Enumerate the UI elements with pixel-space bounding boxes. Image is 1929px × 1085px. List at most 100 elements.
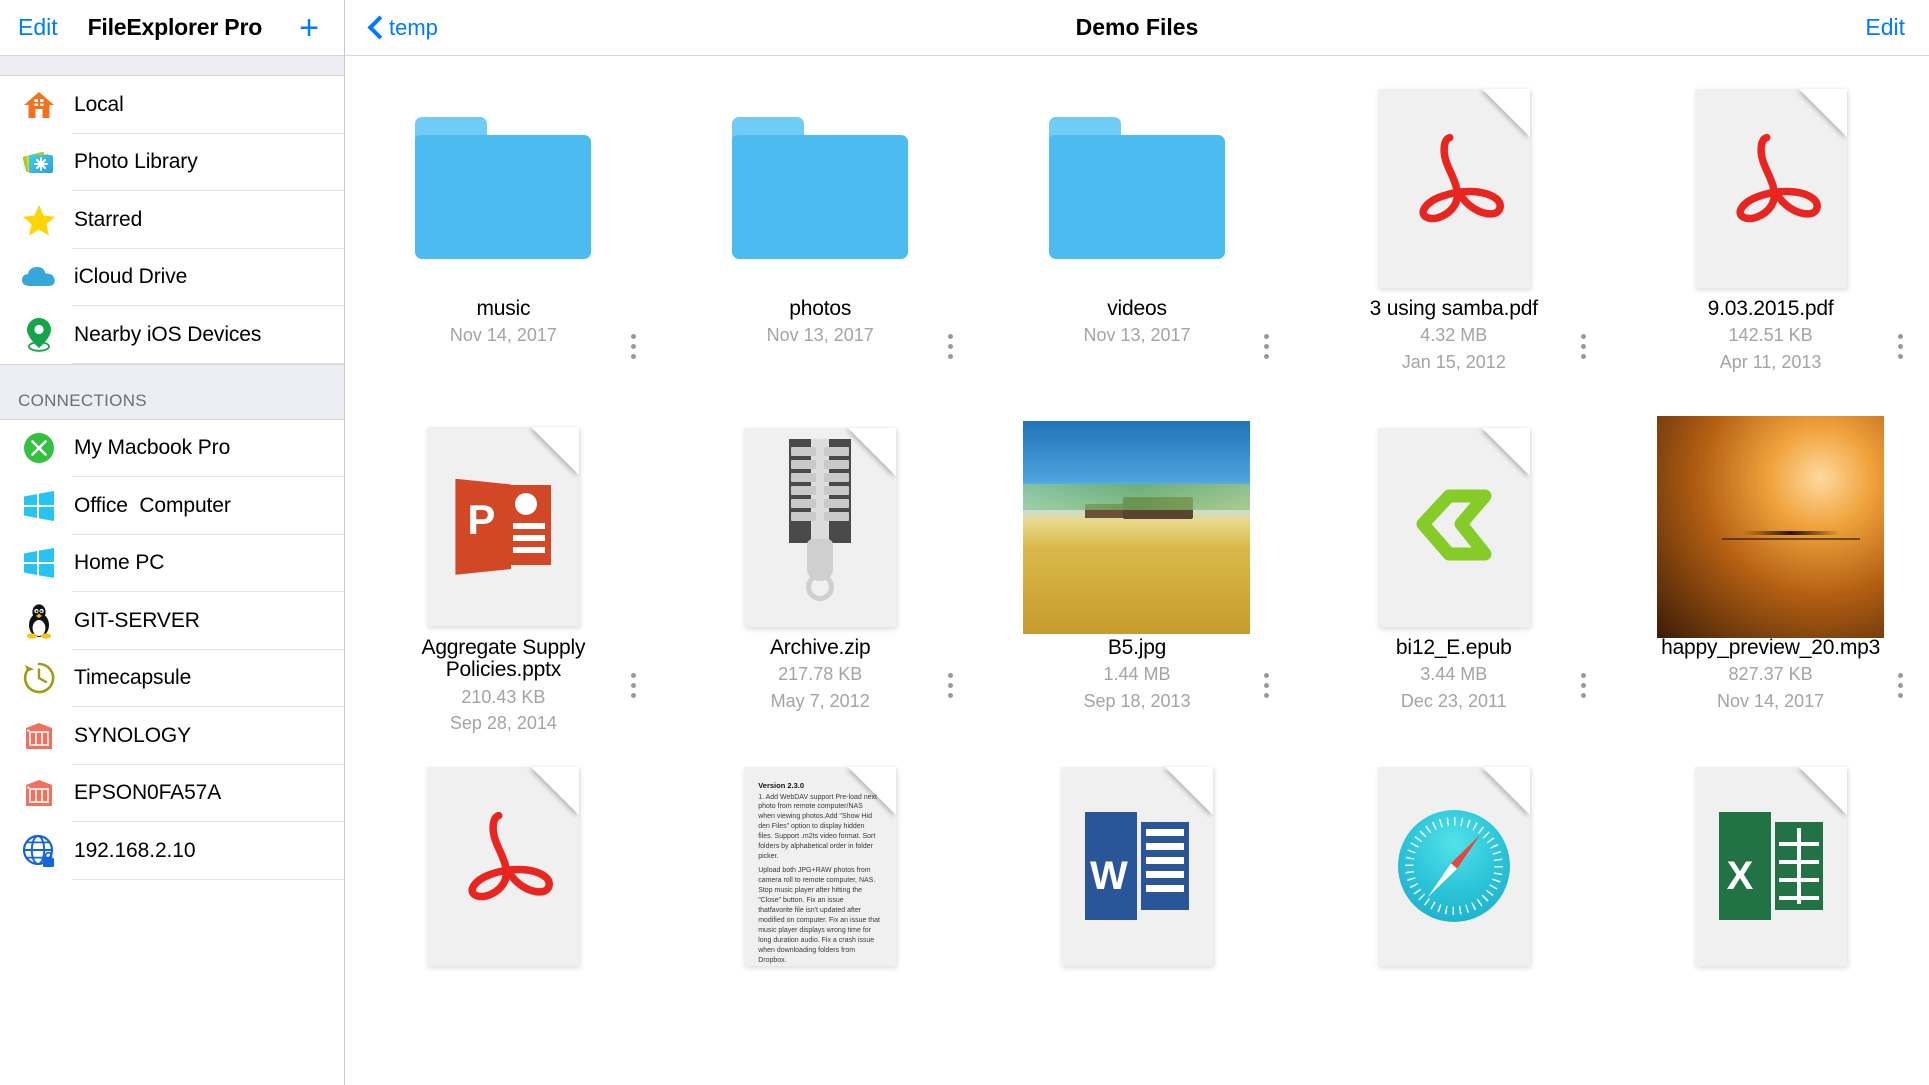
sidebar-section-label: CONNECTIONS <box>18 390 147 410</box>
nas-icon <box>18 772 60 814</box>
sidebar-item-starred[interactable]: Starred <box>0 191 344 249</box>
sidebar-item-label: My Macbook Pro <box>74 436 231 460</box>
file-date: Dec 23, 2011 <box>1400 690 1507 711</box>
file-date: Sep 18, 2013 <box>1083 690 1191 711</box>
file-item[interactable]: Version 2.3.0 1. Add WebDAV support Pre-… <box>662 734 979 1073</box>
file-item[interactable]: B5.jpg 1.44 MB Sep 18, 2013 <box>979 395 1296 734</box>
sidebar-item-label: iCloud Drive <box>74 265 188 289</box>
file-item[interactable]: videos Nov 13, 2017 <box>979 56 1296 395</box>
text-file-preview: Version 2.3.0 1. Add WebDAV support Pre-… <box>744 767 896 966</box>
file-item[interactable]: music Nov 14, 2017 <box>345 56 662 395</box>
thumbnail: P <box>345 417 662 637</box>
file-item[interactable]: happy_preview_20.mp3 827.37 KB Nov 14, 2… <box>1612 395 1929 734</box>
sidebar-item-label: Office Computer <box>74 493 231 517</box>
sidebar-item-office-computer[interactable]: Office Computer <box>0 477 344 535</box>
more-options-icon[interactable] <box>1897 334 1903 359</box>
file-name: videos <box>1107 297 1167 320</box>
file-item[interactable] <box>1295 734 1612 1073</box>
sidebar-item-timecapsule[interactable]: Timecapsule <box>0 649 344 707</box>
sidebar-item-icloud-drive[interactable]: iCloud Drive <box>0 248 344 306</box>
thumbnail <box>979 417 1296 637</box>
more-options-icon[interactable] <box>947 673 953 698</box>
file-date: Nov 13, 2017 <box>1083 325 1191 346</box>
sidebar-item-local[interactable]: Local <box>0 76 344 134</box>
file-item[interactable]: 9.03.2015.pdf 142.51 KB Apr 11, 2013 <box>1612 56 1929 395</box>
folder-icon <box>415 117 592 259</box>
back-button[interactable]: temp <box>369 15 438 41</box>
sidebar-item-photo-library[interactable]: Photo Library <box>0 133 344 191</box>
thumbnail <box>1295 78 1612 298</box>
more-options-icon[interactable] <box>1264 673 1270 698</box>
main-panel: temp Demo Files Edit music Nov 14, 2017 <box>345 0 1929 1085</box>
sidebar-item-nearby-ios-devices[interactable]: Nearby iOS Devices <box>0 306 344 364</box>
sidebar-item-label: Local <box>74 92 124 116</box>
more-options-icon[interactable] <box>630 334 636 359</box>
text-preview-heading: Version 2.3.0 <box>758 780 805 790</box>
file-name: happy_preview_20.mp3 <box>1661 636 1881 659</box>
file-size: 3.44 MB <box>1420 664 1488 685</box>
sidebar-item-label: Timecapsule <box>74 666 192 690</box>
safari-compass-icon <box>1397 810 1510 922</box>
text-preview-paragraph: 1. Add WebDAV support Pre-load next phot… <box>758 793 877 861</box>
file-caption: Archive.zip 217.78 KB May 7, 2012 <box>662 636 979 712</box>
file-caption: 9.03.2015.pdf 142.51 KB Apr 11, 2013 <box>1612 297 1929 373</box>
windows-icon <box>18 485 60 527</box>
back-button-label: temp <box>389 14 438 40</box>
file-item[interactable]: W <box>979 734 1296 1073</box>
file-name: music <box>476 297 531 320</box>
cloud-icon <box>18 256 60 298</box>
nas-icon <box>18 715 60 757</box>
file-date: May 7, 2012 <box>770 690 870 711</box>
zip-file-icon <box>744 427 897 627</box>
sidebar-item-label: EPSON0FA57A <box>74 781 222 805</box>
sidebar-item-synology[interactable]: SYNOLOGY <box>0 707 344 765</box>
excel-glyph-icon: X <box>1718 812 1823 920</box>
add-connection-button[interactable]: + <box>292 11 326 45</box>
file-item[interactable] <box>345 734 662 1073</box>
more-options-icon[interactable] <box>630 673 636 698</box>
file-caption: B5.jpg 1.44 MB Sep 18, 2013 <box>979 636 1296 712</box>
file-item[interactable]: photos Nov 13, 2017 <box>662 56 979 395</box>
edit-button[interactable]: Edit <box>1865 14 1905 41</box>
file-item[interactable]: 3 using samba.pdf 4.32 MB Jan 15, 2012 <box>1295 56 1612 395</box>
more-options-icon[interactable] <box>1264 334 1270 359</box>
thumbnail <box>345 78 662 298</box>
file-caption: photos Nov 13, 2017 <box>662 297 979 347</box>
sidebar-item-my-macbook-pro[interactable]: My Macbook Pro <box>0 419 344 477</box>
chevron-left-icon <box>369 16 382 39</box>
file-date: Nov 13, 2017 <box>766 325 874 346</box>
sidebar-item-label: 192.168.2.10 <box>74 838 196 862</box>
sidebar-item-git-server[interactable]: GIT-SERVER <box>0 592 344 650</box>
file-size: 217.78 KB <box>778 664 863 685</box>
sidebar-item-epson0fa57a[interactable]: EPSON0FA57A <box>0 764 344 822</box>
sidebar-item-192-168-2-10[interactable]: 192.168.2.10 <box>0 822 344 880</box>
more-options-icon[interactable] <box>947 334 953 359</box>
file-caption: happy_preview_20.mp3 827.37 KB Nov 14, 2… <box>1612 636 1929 712</box>
powerpoint-file-icon: P <box>427 427 580 627</box>
excel-file-icon: X <box>1694 766 1847 966</box>
star-icon <box>18 199 60 241</box>
thumbnail <box>1295 756 1612 976</box>
more-options-icon[interactable] <box>1581 334 1587 359</box>
file-item[interactable]: Archive.zip 217.78 KB May 7, 2012 <box>662 395 979 734</box>
file-name: 3 using samba.pdf <box>1369 297 1538 320</box>
sidebar: Edit FileExplorer Pro + Local Photo Libr… <box>0 0 345 1085</box>
file-name: photos <box>789 297 852 320</box>
file-caption: music Nov 14, 2017 <box>345 297 662 347</box>
file-date: Apr 11, 2013 <box>1719 351 1822 372</box>
sidebar-item-home-pc[interactable]: Home PC <box>0 534 344 592</box>
sidebar-top-spacer <box>0 56 344 76</box>
more-options-icon[interactable] <box>1581 673 1587 698</box>
file-caption: videos Nov 13, 2017 <box>979 297 1296 347</box>
more-options-icon[interactable] <box>1897 673 1903 698</box>
file-item[interactable]: X <box>1612 734 1929 1073</box>
powerpoint-glyph-icon: P <box>455 477 552 577</box>
pdf-file-icon <box>427 766 580 966</box>
album-art-thumbnail <box>1657 416 1885 638</box>
file-name: B5.jpg <box>1107 636 1167 659</box>
folder-icon <box>1048 117 1225 259</box>
file-item[interactable]: bi12_E.epub 3.44 MB Dec 23, 2011 <box>1295 395 1612 734</box>
sidebar-edit-button[interactable]: Edit <box>18 14 58 41</box>
navigation-bar: temp Demo Files Edit <box>345 0 1929 56</box>
file-item[interactable]: P Aggregate Supply Policies.pptx 210.43 … <box>345 395 662 734</box>
